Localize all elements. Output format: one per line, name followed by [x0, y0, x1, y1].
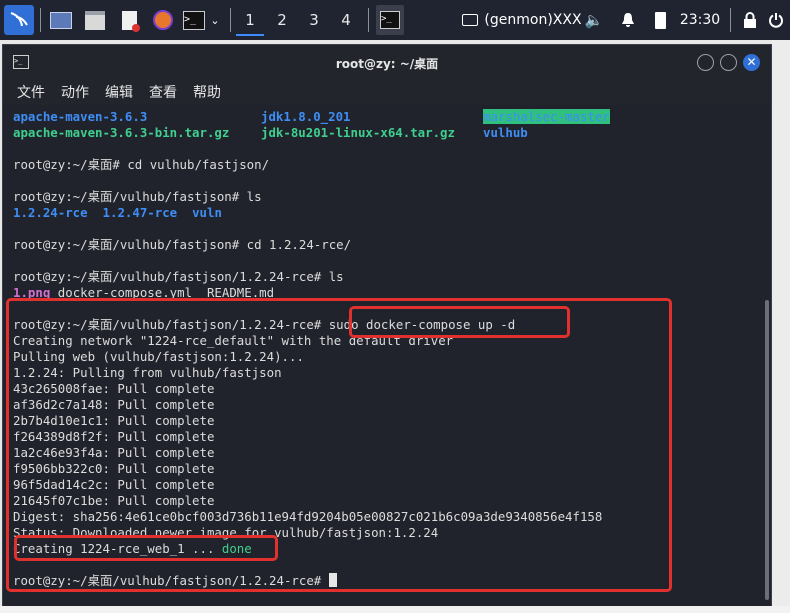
- panel-separator: [230, 8, 231, 32]
- file-entry: apache-maven-3.6.3-bin.tar.gz: [13, 125, 230, 140]
- menu-help[interactable]: 帮助: [193, 82, 221, 102]
- dir-entry: apache-maven-3.6.3: [13, 109, 148, 124]
- close-button[interactable]: ✕: [743, 54, 760, 71]
- annotation-box-done: [14, 535, 278, 561]
- prompt: root@zy:~/桌面/vulhub/fastjson/1.2.24-rce#: [13, 269, 329, 284]
- background-window-edge: [772, 40, 790, 606]
- genmon-label[interactable]: (genmon)XXX: [484, 6, 581, 34]
- maximize-button[interactable]: [720, 54, 737, 71]
- menu-view[interactable]: 查看: [149, 82, 177, 102]
- genmon-monitor-icon: [460, 6, 480, 34]
- dir-entry: jdk1.8.0_201: [261, 109, 351, 124]
- panel-separator: [40, 8, 41, 32]
- minimize-button[interactable]: [697, 54, 714, 71]
- dir-entry: 1.2.47-rce: [102, 205, 178, 220]
- show-desktop-icon[interactable]: [48, 6, 74, 34]
- window-title: root@zy: ~/桌面: [335, 57, 439, 71]
- workspace-2[interactable]: 2: [268, 6, 296, 34]
- firefox-icon[interactable]: [150, 6, 176, 34]
- menu-actions[interactable]: 动作: [61, 82, 89, 102]
- dir-entry: vuln: [192, 205, 222, 220]
- kali-menu-icon[interactable]: [4, 5, 34, 35]
- text-editor-icon[interactable]: [116, 6, 142, 34]
- top-panel: >_ ⌄ 1 2 3 4 >_ (genmon)XXX 🔈 23:30: [0, 0, 790, 40]
- dir-entry: marshalsec-master: [483, 109, 610, 124]
- panel-separator: [730, 8, 731, 32]
- prompt: root@zy:~/桌面#: [13, 157, 128, 172]
- command-line: root@zy:~/桌面/vulhub/fastjson/1.2.24-rce#…: [13, 269, 344, 285]
- command: cd vulhub/fastjson/: [127, 157, 270, 172]
- workspace-3[interactable]: 3: [300, 6, 328, 34]
- dir-entry: vulhub: [483, 125, 528, 140]
- lock-screen-icon[interactable]: [740, 6, 760, 34]
- chevron-down-icon[interactable]: ⌄: [206, 6, 224, 34]
- workspace-4[interactable]: 4: [332, 6, 360, 34]
- menu-file[interactable]: 文件: [17, 82, 45, 102]
- battery-icon[interactable]: [650, 6, 670, 34]
- terminal-launcher-icon[interactable]: >_: [181, 6, 207, 34]
- command: ls: [246, 189, 262, 204]
- file-entry: jdk-8u201-linux-x64.tar.gz: [261, 125, 455, 140]
- command-line: root@zy:~/桌面/vulhub/fastjson# ls: [13, 189, 262, 205]
- power-icon[interactable]: [766, 6, 786, 34]
- command: cd 1.2.24-rce/: [246, 237, 352, 252]
- ls-row: apache-maven-3.6.3 jdk1.8.0_201 marshalsec…: [13, 109, 610, 125]
- file-manager-icon[interactable]: [82, 6, 108, 34]
- background-window-edge: [0, 606, 790, 613]
- command-line: root@zy:~/桌面# cd vulhub/fastjson/: [13, 157, 269, 173]
- command-line: root@zy:~/桌面/vulhub/fastjson# cd 1.2.24-…: [13, 237, 351, 253]
- taskbar-terminal-icon[interactable]: >_: [376, 5, 404, 35]
- panel-separator: [368, 8, 369, 32]
- dir-entry: 1.2.24-rce: [13, 205, 88, 220]
- prompt: root@zy:~/桌面/vulhub/fastjson#: [13, 237, 247, 252]
- notification-bell-icon[interactable]: [618, 6, 638, 34]
- window-titlebar[interactable]: >_ root@zy: ~/桌面 ✕: [3, 45, 771, 79]
- workspace-1[interactable]: 1: [236, 6, 264, 36]
- ls-row: 1.2.24-rce 1.2.47-rce vuln: [13, 205, 222, 221]
- annotation-box-command: [349, 306, 570, 338]
- clock[interactable]: 23:30: [674, 6, 726, 34]
- menubar: 文件 动作 编辑 查看 帮助: [3, 79, 771, 105]
- ls-row: apache-maven-3.6.3-bin.tar.gz jdk-8u201-l…: [13, 125, 528, 141]
- command: ls: [328, 269, 344, 284]
- scrollbar[interactable]: [765, 300, 769, 600]
- menu-edit[interactable]: 编辑: [105, 82, 133, 102]
- prompt: root@zy:~/桌面/vulhub/fastjson#: [13, 189, 247, 204]
- volume-icon[interactable]: 🔈: [584, 6, 604, 34]
